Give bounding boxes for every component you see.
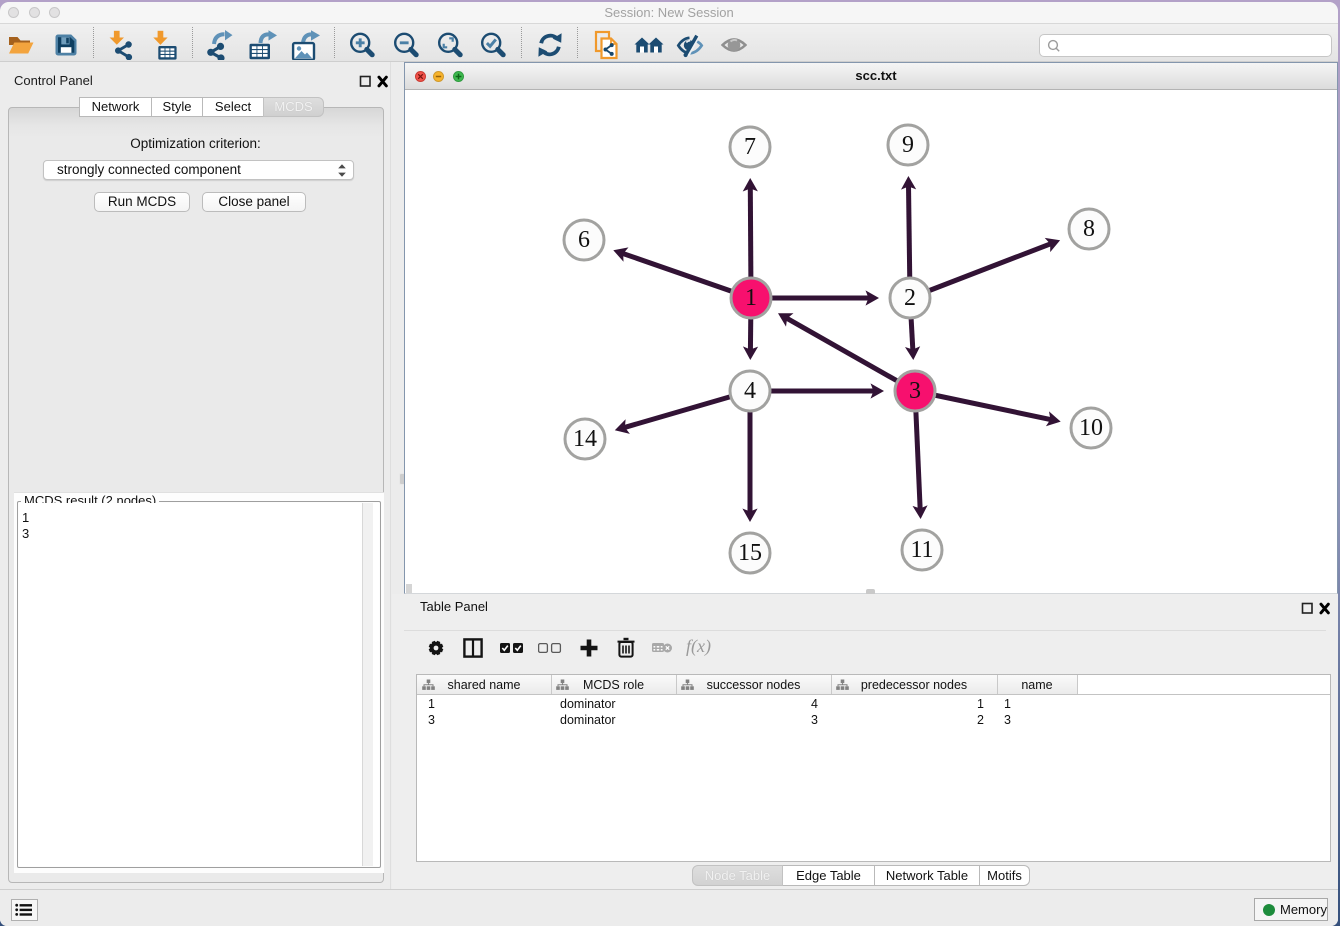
svg-text:1: 1 <box>745 285 757 311</box>
svg-text:4: 4 <box>744 378 756 404</box>
svg-text:6: 6 <box>578 227 590 253</box>
svg-text:10: 10 <box>1079 415 1103 441</box>
svg-text:14: 14 <box>573 426 597 452</box>
svg-text:3: 3 <box>909 378 921 404</box>
svg-text:8: 8 <box>1083 216 1095 242</box>
svg-text:7: 7 <box>744 134 756 160</box>
svg-text:15: 15 <box>738 540 762 566</box>
svg-text:2: 2 <box>904 285 916 311</box>
svg-text:9: 9 <box>902 132 914 158</box>
svg-text:11: 11 <box>910 537 933 563</box>
